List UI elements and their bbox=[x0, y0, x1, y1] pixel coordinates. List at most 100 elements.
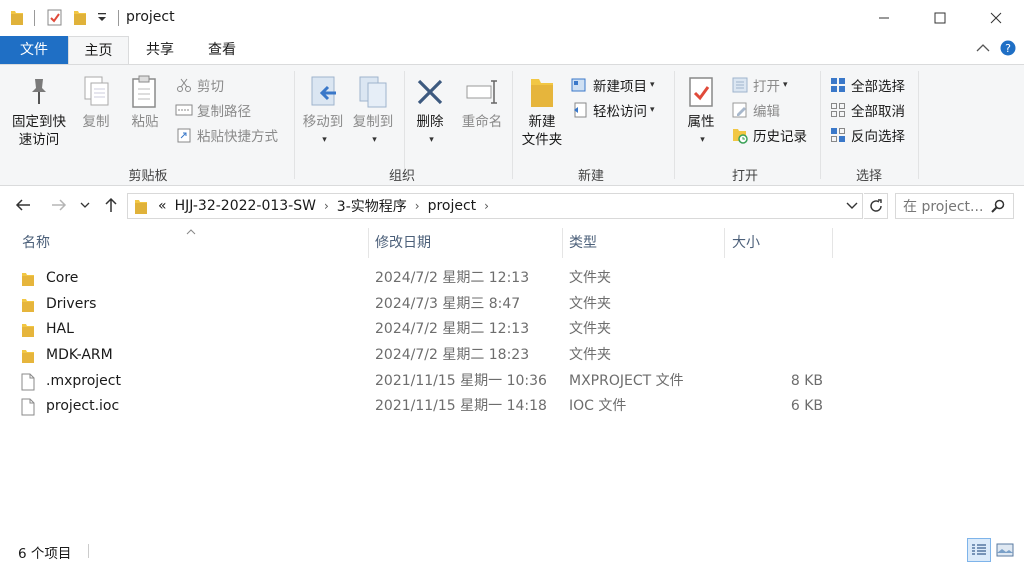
edit-button[interactable]: 编辑 bbox=[730, 99, 780, 121]
tab-share[interactable]: 共享 bbox=[130, 36, 190, 64]
copy-to-label: 复制到 bbox=[352, 114, 394, 130]
rename-icon bbox=[464, 71, 500, 113]
copy-path-button[interactable]: 复制路径 bbox=[174, 99, 251, 121]
address-bar[interactable]: « HJJ-32-2022-013-SW › 3-实物程序 › project … bbox=[127, 193, 863, 219]
column-header-name[interactable]: 名称 bbox=[17, 228, 367, 258]
file-type: IOC 文件 bbox=[569, 398, 627, 414]
column-header-type[interactable]: 类型 bbox=[564, 228, 722, 258]
cut-button[interactable]: 剪切 bbox=[174, 74, 224, 96]
new-folder-button[interactable]: 新建 文件夹 bbox=[516, 71, 568, 149]
folder-icon bbox=[18, 269, 38, 289]
paste-button[interactable]: 粘贴 bbox=[124, 71, 166, 131]
file-name: .mxproject bbox=[46, 373, 121, 389]
column-header-date[interactable]: 修改日期 bbox=[370, 228, 560, 258]
organize-group-label: 组织 bbox=[388, 169, 415, 184]
list-item[interactable]: Drivers 2024/7/3 星期三 8:47 文件夹 bbox=[18, 292, 1018, 317]
breadcrumb-item[interactable]: HJJ-32-2022-013-SW bbox=[171, 198, 320, 214]
history-button[interactable]: 历史记录 bbox=[730, 124, 807, 146]
breadcrumb-chevron-right-icon[interactable]: › bbox=[320, 199, 333, 213]
column-divider[interactable] bbox=[832, 228, 833, 258]
file-list-header: 名称 修改日期 类型 大小 bbox=[0, 228, 1024, 258]
search-icon bbox=[991, 199, 1005, 213]
invert-selection-icon bbox=[828, 126, 848, 144]
paste-label: 粘贴 bbox=[131, 114, 159, 130]
refresh-button[interactable] bbox=[864, 193, 888, 219]
folder-icon bbox=[18, 346, 38, 366]
open-group-label: 打开 bbox=[731, 169, 758, 184]
file-size bbox=[743, 317, 823, 342]
move-to-button[interactable]: 移动到 ▾ bbox=[298, 71, 348, 149]
breadcrumb-item[interactable]: 3-实物程序 bbox=[333, 196, 411, 216]
paste-shortcut-button[interactable]: 粘贴快捷方式 bbox=[174, 124, 278, 146]
column-divider[interactable] bbox=[724, 228, 725, 258]
new-folder-label-line2: 文件夹 bbox=[521, 132, 563, 148]
svg-text:?: ? bbox=[1005, 42, 1011, 55]
cut-label: 剪切 bbox=[197, 79, 224, 95]
customize-toolbar-chevron-down-icon[interactable] bbox=[97, 11, 107, 27]
arrow-left-icon bbox=[15, 199, 30, 211]
rename-button[interactable]: 重命名 bbox=[456, 71, 508, 131]
copy-to-chevron-down-icon: ▾ bbox=[372, 135, 377, 145]
list-item[interactable]: Core 2024/7/2 星期二 12:13 文件夹 bbox=[18, 266, 1018, 291]
new-item-icon bbox=[570, 76, 590, 94]
file-name: MDK-ARM bbox=[46, 347, 113, 363]
invert-selection-button[interactable]: 反向选择 bbox=[828, 124, 905, 146]
breadcrumb-overflow[interactable]: « bbox=[154, 198, 171, 214]
pin-to-quick-access-button[interactable]: 固定到快 速访问 bbox=[8, 71, 70, 149]
column-header-size[interactable]: 大小 bbox=[727, 228, 831, 258]
group-divider bbox=[674, 71, 675, 179]
forward-button[interactable] bbox=[48, 194, 70, 216]
search-input[interactable]: 在 project... bbox=[895, 193, 1014, 219]
file-size: 8 KB bbox=[790, 373, 823, 389]
list-item[interactable]: HAL 2024/7/2 星期二 12:13 文件夹 bbox=[18, 317, 1018, 342]
file-name: HAL bbox=[46, 321, 74, 337]
up-button[interactable] bbox=[100, 194, 122, 216]
list-item[interactable]: MDK-ARM 2024/7/2 星期二 18:23 文件夹 bbox=[18, 343, 1018, 368]
copy-path-label: 复制路径 bbox=[197, 104, 251, 120]
file-type: 文件夹 bbox=[569, 296, 611, 312]
paste-shortcut-label: 粘贴快捷方式 bbox=[197, 129, 278, 145]
folder-icon[interactable] bbox=[10, 9, 24, 30]
new-item-button[interactable]: 新建项目 ▾ bbox=[570, 74, 655, 96]
properties-button[interactable]: 属性 ▾ bbox=[678, 71, 724, 149]
tab-home[interactable]: 主页 bbox=[68, 36, 129, 65]
help-icon[interactable]: ? bbox=[1000, 40, 1016, 60]
column-divider[interactable] bbox=[368, 228, 369, 258]
close-icon bbox=[990, 12, 1002, 24]
copy-button[interactable]: 复制 bbox=[76, 71, 116, 131]
select-none-button[interactable]: 全部取消 bbox=[828, 99, 905, 121]
recent-locations-button[interactable] bbox=[76, 194, 94, 216]
new-folder-label-line1: 新建 bbox=[528, 114, 556, 130]
breadcrumb-chevron-right-icon[interactable]: › bbox=[480, 199, 493, 213]
maximize-button[interactable] bbox=[912, 0, 968, 36]
copy-label: 复制 bbox=[82, 114, 110, 130]
file-name: project.ioc bbox=[46, 398, 120, 414]
tab-view[interactable]: 查看 bbox=[192, 36, 252, 64]
breadcrumb-item[interactable]: project bbox=[424, 198, 481, 214]
copy-to-button[interactable]: 复制到 ▾ bbox=[348, 71, 398, 149]
group-divider bbox=[294, 71, 295, 179]
large-icons-view-button[interactable] bbox=[993, 538, 1017, 562]
details-view-button[interactable] bbox=[967, 538, 991, 562]
open-button[interactable]: 打开 ▾ bbox=[730, 74, 788, 96]
file-name: Core bbox=[46, 270, 79, 286]
column-divider[interactable] bbox=[562, 228, 563, 258]
back-button[interactable] bbox=[12, 194, 34, 216]
properties-quick-icon[interactable] bbox=[47, 9, 63, 30]
delete-button[interactable]: 删除 ▾ bbox=[408, 71, 452, 149]
window-title: project bbox=[126, 9, 175, 25]
address-history-chevron-down-icon[interactable] bbox=[846, 202, 858, 210]
new-folder-quick-icon[interactable] bbox=[73, 9, 87, 30]
arrow-right-icon bbox=[52, 199, 67, 211]
easy-access-button[interactable]: 轻松访问 ▾ bbox=[570, 99, 655, 121]
file-name-cell: .mxproject bbox=[18, 369, 121, 394]
list-item[interactable]: project.ioc 2021/11/15 星期一 14:18 IOC 文件 … bbox=[18, 394, 1018, 419]
open-label: 打开 bbox=[753, 79, 780, 95]
breadcrumb-chevron-right-icon[interactable]: › bbox=[411, 199, 424, 213]
tab-file[interactable]: 文件 bbox=[0, 36, 68, 64]
close-button[interactable] bbox=[968, 0, 1024, 36]
collapse-ribbon-chevron-up-icon[interactable] bbox=[976, 42, 990, 57]
list-item[interactable]: .mxproject 2021/11/15 星期一 10:36 MXPROJEC… bbox=[18, 369, 1018, 394]
select-all-button[interactable]: 全部选择 bbox=[828, 74, 905, 96]
minimize-button[interactable] bbox=[856, 0, 912, 36]
